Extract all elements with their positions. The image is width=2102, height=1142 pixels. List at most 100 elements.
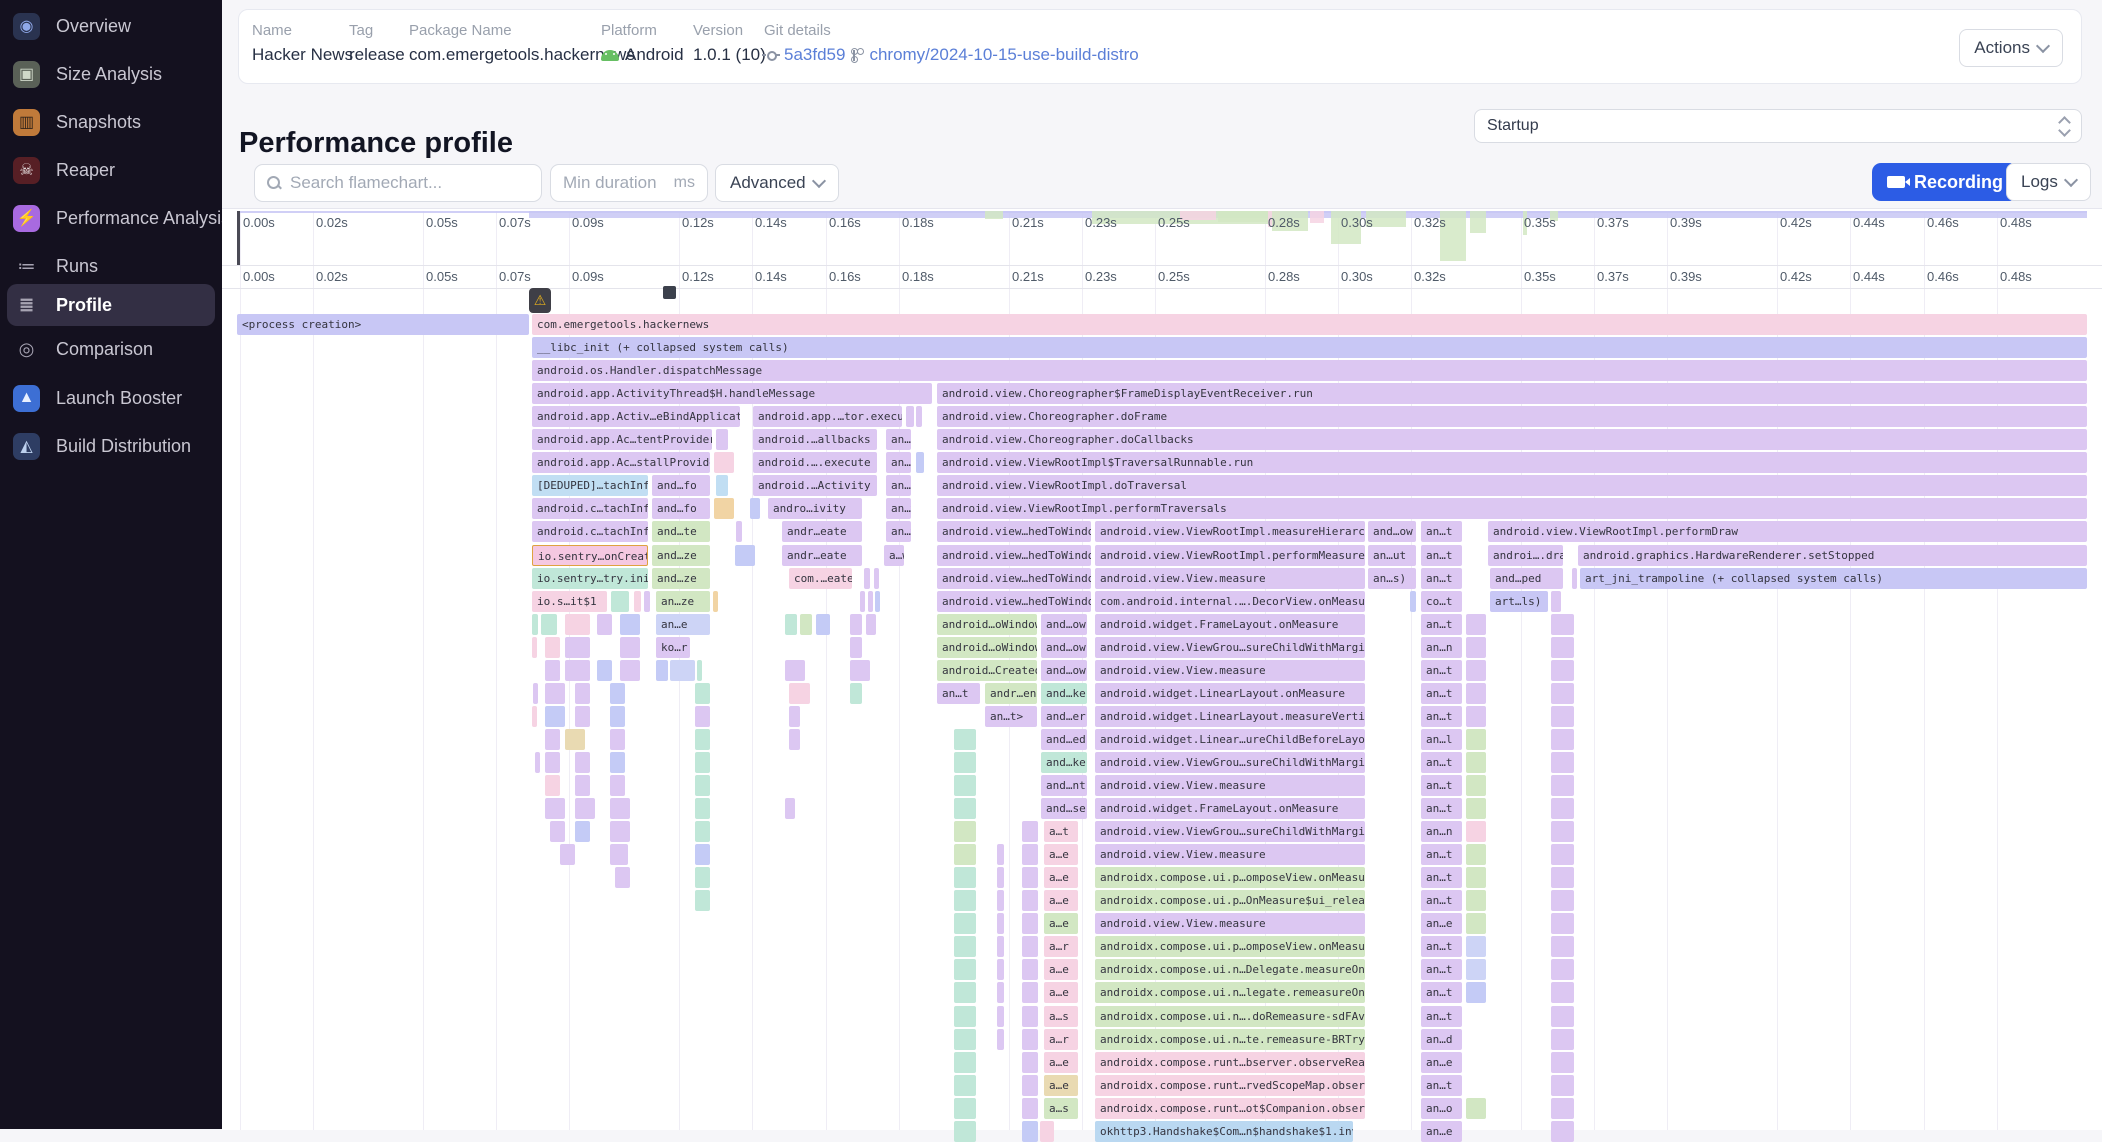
flame-bar[interactable]: android.view…hedToWindow (937, 591, 1091, 612)
flame-bar[interactable] (565, 660, 590, 681)
flame-bar[interactable] (954, 844, 976, 865)
flame-bar[interactable]: an…t (1421, 798, 1462, 819)
flame-bar[interactable] (875, 591, 880, 612)
advanced-button[interactable]: Advanced (715, 164, 839, 202)
flame-bar[interactable]: an…e (1421, 1052, 1462, 1073)
flame-bar[interactable] (545, 729, 560, 750)
flame-bar[interactable] (1551, 936, 1574, 957)
branch-link[interactable]: chromy/2024-10-15-use-build-distro (869, 45, 1138, 65)
flame-bar[interactable]: androidx.compose.ui.n…legate.remeasureOn… (1095, 982, 1365, 1003)
flame-bar[interactable]: android.view.View.measure (1095, 844, 1365, 865)
flame-bar[interactable]: android.app.Ac…stallProvider (532, 452, 710, 473)
flame-bar[interactable]: art_jni_trampoline (+ collapsed system c… (1580, 568, 2087, 589)
flame-bar[interactable] (1022, 821, 1038, 842)
flame-bar[interactable]: android.view.ViewRootImpl.performMeasure (1095, 545, 1365, 566)
flame-bar[interactable] (1551, 1029, 1574, 1050)
flame-bar[interactable]: android…oWindow (937, 637, 1037, 658)
flame-bar[interactable]: androidx.compose.runt…rvedScopeMap.obser… (1095, 1075, 1365, 1096)
flame-bar[interactable] (575, 683, 590, 704)
flame-bar[interactable] (1551, 729, 1574, 750)
flame-bar[interactable]: an…e (1421, 1121, 1462, 1142)
flame-bar[interactable] (1466, 1098, 1486, 1119)
flame-bar[interactable]: an…ze (656, 591, 710, 612)
flame-bar[interactable]: an…t (1421, 521, 1462, 542)
flame-bar[interactable] (997, 936, 1004, 957)
flame-bar[interactable] (954, 775, 976, 796)
flame-bar[interactable]: and…ed (1041, 729, 1087, 750)
flame-bar[interactable] (906, 406, 914, 427)
flame-bar[interactable]: android.c…tachInfo (532, 498, 648, 519)
flame-bar[interactable] (1022, 867, 1038, 888)
flame-bar[interactable] (620, 660, 640, 681)
flame-bar[interactable]: an…t (1421, 1006, 1462, 1027)
flame-bar[interactable]: androi….draw (1488, 545, 1563, 566)
flame-bar[interactable] (916, 452, 924, 473)
flame-bar[interactable] (1466, 637, 1486, 658)
flame-bar[interactable]: a…e (1044, 890, 1078, 911)
flame-bar[interactable]: androidx.compose.ui.n…te.remeasure-BRTry… (1095, 1029, 1365, 1050)
flame-bar[interactable] (695, 752, 710, 773)
flame-bar[interactable]: io.sentry…onCreate (532, 545, 648, 566)
flame-bar[interactable]: android.graphics.HardwareRenderer.setSto… (1578, 545, 2087, 566)
flame-bar[interactable] (789, 706, 800, 727)
sidebar-item-build-distribution[interactable]: ◭Build Distribution (7, 425, 215, 467)
flame-bar[interactable]: android.view.ViewGrou…sureChildWithMargi… (1095, 637, 1365, 658)
flame-bar[interactable] (575, 775, 590, 796)
flame-bar[interactable] (954, 1029, 976, 1050)
flame-bar[interactable]: and…ke (1041, 752, 1087, 773)
flame-bar[interactable]: android.….execute (753, 452, 877, 473)
flame-bar[interactable] (997, 1006, 1004, 1027)
flame-bar[interactable]: io.sentry…try.init (532, 568, 648, 589)
flame-bar[interactable] (560, 844, 575, 865)
flame-bar[interactable]: androidx.compose.ui.n….doRemeasure-sdFAv… (1095, 1006, 1365, 1027)
flame-bar[interactable]: android.view.View.measure (1095, 913, 1365, 934)
flame-bar[interactable]: an…l (1421, 729, 1462, 750)
flame-bar[interactable]: android.view.View.measure (1095, 568, 1365, 589)
flame-bar[interactable]: and…ze (652, 568, 710, 589)
flame-bar[interactable] (656, 660, 668, 681)
flame-bar[interactable]: android.…Activity (753, 475, 877, 496)
flame-bar[interactable]: and…ke (1041, 683, 1087, 704)
search-input[interactable]: Search flamechart... (254, 164, 542, 202)
flame-bar[interactable]: an…t (1421, 752, 1462, 773)
sidebar-item-runs[interactable]: ≔Runs (7, 245, 215, 287)
flame-bar[interactable]: a…s (1044, 1098, 1078, 1119)
flame-bar[interactable]: an…n (1421, 821, 1462, 842)
flame-bar[interactable] (695, 890, 710, 911)
flame-bar[interactable]: a…e (1044, 959, 1078, 980)
flame-bar[interactable] (1022, 1098, 1038, 1119)
flame-bar[interactable]: co…t (1421, 591, 1462, 612)
flame-bar[interactable]: com.emergetools.hackernews (532, 314, 2087, 335)
flame-bar[interactable] (954, 798, 976, 819)
flame-bar[interactable] (611, 591, 629, 612)
flame-bar[interactable] (714, 452, 734, 473)
flame-bar[interactable] (1551, 913, 1574, 934)
flame-bar[interactable]: and…er (1041, 706, 1087, 727)
flame-bar[interactable] (545, 637, 560, 658)
flame-bar[interactable]: android.view…hedToWindow (937, 521, 1091, 542)
flame-bar[interactable] (785, 660, 805, 681)
flame-bar[interactable] (713, 591, 718, 612)
flame-bar[interactable]: android.view.Choreographer$FrameDisplayE… (937, 383, 2087, 404)
flame-bar[interactable] (997, 867, 1004, 888)
flame-bar[interactable] (610, 821, 630, 842)
flame-bar[interactable] (954, 1006, 976, 1027)
flame-bar[interactable]: a…e (1044, 982, 1078, 1003)
flame-bar[interactable] (1551, 959, 1574, 980)
flame-bar[interactable] (610, 798, 630, 819)
flame-bar[interactable]: an…o (1421, 1098, 1462, 1119)
flame-bar[interactable] (954, 1121, 976, 1142)
flame-bar[interactable] (1466, 706, 1486, 727)
flame-bar[interactable] (1022, 890, 1038, 911)
flame-bar[interactable]: android.view.View.measure (1095, 775, 1365, 796)
flame-bar[interactable]: android.view.ViewGrou…sureChildWithMargi… (1095, 752, 1365, 773)
flame-bar[interactable] (997, 1029, 1004, 1050)
flame-bar[interactable] (1551, 1098, 1574, 1119)
flame-bar[interactable]: an…t (1421, 867, 1462, 888)
flame-bar[interactable] (535, 752, 540, 773)
flame-bar[interactable]: an…t (1421, 1075, 1462, 1096)
flame-bar[interactable]: android.app.ActivityThread$H.handleMessa… (532, 383, 932, 404)
flame-bar[interactable]: android…oWindow (937, 614, 1037, 635)
flame-bar[interactable] (615, 867, 630, 888)
flame-bar[interactable] (610, 706, 625, 727)
